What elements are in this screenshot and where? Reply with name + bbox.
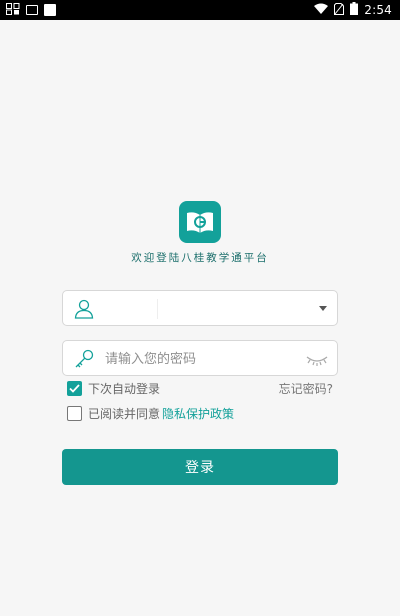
remember-row: 下次自动登录 忘记密码? — [67, 380, 333, 396]
agree-row: 已阅读并同意 隐私保护政策 — [67, 405, 234, 421]
username-field[interactable] — [62, 290, 338, 326]
agree-label[interactable]: 已阅读并同意 — [88, 405, 160, 422]
privacy-policy-link[interactable]: 隐私保护政策 — [162, 405, 234, 422]
forgot-password-link[interactable]: 忘记密码? — [279, 380, 333, 397]
key-icon — [73, 348, 95, 370]
eye-closed-icon[interactable] — [306, 352, 328, 366]
notification-icon — [6, 2, 20, 18]
wifi-icon — [314, 3, 329, 17]
app-icon — [44, 4, 56, 16]
user-icon — [73, 298, 95, 320]
app-logo — [179, 201, 221, 243]
status-right: 2:54 — [314, 2, 392, 18]
welcome-text: 欢迎登陆八桂教学通平台 — [131, 252, 269, 264]
status-left — [6, 2, 56, 18]
password-input[interactable] — [105, 348, 295, 370]
no-sim-icon — [334, 2, 345, 18]
book-logo-icon — [187, 212, 213, 233]
remember-label[interactable]: 下次自动登录 — [88, 380, 160, 397]
status-bar: 2:54 — [0, 0, 400, 20]
login-button[interactable]: 登录 — [62, 449, 338, 485]
clock-time: 2:54 — [364, 3, 392, 17]
username-separator — [157, 299, 158, 319]
agree-checkbox[interactable] — [67, 405, 82, 421]
password-field[interactable] — [62, 340, 338, 376]
sim-icon — [26, 5, 38, 15]
remember-checkbox[interactable] — [67, 380, 82, 396]
caret-down-icon[interactable] — [319, 306, 327, 311]
check-icon — [69, 383, 80, 393]
battery-icon — [350, 2, 359, 18]
